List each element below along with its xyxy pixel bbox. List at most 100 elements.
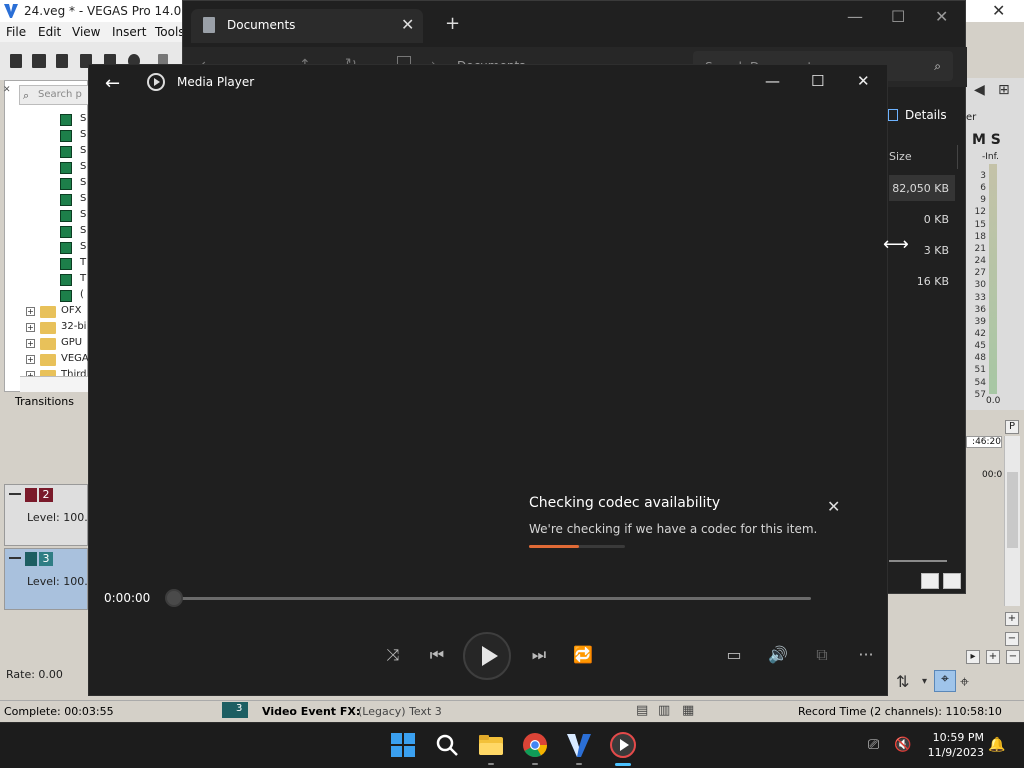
maximize-button[interactable]: ☐ <box>891 7 905 26</box>
details-view-icon[interactable] <box>921 573 939 589</box>
maximize-button[interactable]: ☐ <box>811 72 824 90</box>
play-button[interactable] <box>463 632 511 680</box>
media-player-icon[interactable] <box>609 731 637 759</box>
tree-item[interactable]: S <box>58 224 88 240</box>
meter-tick-label: 48 <box>974 353 986 364</box>
tree-item[interactable]: S <box>58 208 88 224</box>
zoom-in-h-button[interactable]: + <box>986 650 1000 664</box>
scroll-right-button[interactable]: ▸ <box>966 650 980 664</box>
minimize-button[interactable]: — <box>847 7 863 26</box>
details-button[interactable]: Details <box>905 108 947 122</box>
track-collapse-icon[interactable] <box>9 493 21 495</box>
lock-envelopes-icon[interactable]: ⌖ <box>960 672 969 692</box>
timeline-vscroll[interactable] <box>1004 436 1020 606</box>
meter-tick-label: 6 <box>980 183 986 194</box>
close-tab-icon[interactable]: ✕ <box>401 15 414 34</box>
file-explorer-icon[interactable] <box>477 731 505 759</box>
folder-item[interactable]: + VEGA <box>26 352 89 368</box>
tab-transitions[interactable]: Transitions <box>4 394 88 412</box>
tree-item[interactable]: S <box>58 144 88 160</box>
tree-item[interactable]: S <box>58 176 88 192</box>
meter-peak-label: -Inf. <box>982 152 999 162</box>
explorer-hscroll[interactable] <box>889 560 947 562</box>
window-title: Media Player <box>177 75 255 89</box>
zoom-out-button[interactable]: − <box>1005 632 1019 646</box>
system-clock[interactable]: 10:59 PM 11/9/2023 <box>922 730 984 760</box>
track-3-header[interactable]: 3 Level: 100.0 <box>4 548 95 610</box>
folder-item[interactable]: +32-bi <box>26 320 88 336</box>
column-header-size[interactable]: Size <box>889 150 912 163</box>
meter-tick-label: 36 <box>974 304 986 315</box>
captions-icon[interactable]: ▭ <box>722 645 746 664</box>
thumbnail-view-icon[interactable]: ▦ <box>682 703 694 718</box>
tree-item[interactable]: T <box>58 272 88 288</box>
windows-start-icon[interactable] <box>389 731 417 759</box>
running-indicator <box>532 763 538 765</box>
menu-file[interactable]: File <box>6 25 26 39</box>
tree-item[interactable]: S <box>58 192 88 208</box>
auto-ripple-icon[interactable]: ⌖ <box>934 670 956 692</box>
menu-tools[interactable]: Tools <box>155 25 185 39</box>
menu-insert[interactable]: Insert <box>112 25 146 39</box>
shuffle-icon[interactable]: ⤨ <box>381 645 405 665</box>
vegas-pro-icon[interactable] <box>565 731 593 759</box>
zoom-out-h-button[interactable]: − <box>1006 650 1020 664</box>
minimize-button[interactable]: — <box>765 72 780 90</box>
tree-item[interactable]: T <box>58 256 88 272</box>
large-icons-view-icon[interactable] <box>943 573 961 589</box>
save-icon[interactable] <box>56 54 68 68</box>
track-collapse-icon[interactable] <box>9 557 21 559</box>
folder-item[interactable]: + GPU <box>26 336 88 352</box>
tree-item[interactable]: S <box>58 160 88 176</box>
close-icon[interactable]: ✕ <box>827 497 840 516</box>
chrome-icon[interactable] <box>521 731 549 759</box>
explorer-search[interactable]: Search p <box>19 85 99 105</box>
volume-icon[interactable]: 🔊 <box>766 645 790 664</box>
scroll-thumb[interactable] <box>1007 472 1018 548</box>
new-tab-button[interactable]: + <box>445 13 460 34</box>
close-button[interactable]: ✕ <box>857 72 870 90</box>
column-divider[interactable] <box>957 145 958 169</box>
meter-tick-label: 33 <box>974 292 986 303</box>
menu-view[interactable]: View <box>72 25 100 39</box>
seek-thumb[interactable] <box>165 589 183 607</box>
previous-icon[interactable]: ⏮ <box>425 645 449 665</box>
details-view-icon[interactable]: ▥ <box>658 703 670 718</box>
tree-item[interactable]: S <box>58 128 88 144</box>
search-icon[interactable] <box>433 731 461 759</box>
next-icon[interactable]: ⏭ <box>527 645 551 665</box>
meter-tick-label: 39 <box>974 316 986 327</box>
snap-icon[interactable]: ⇅ <box>896 672 909 691</box>
close-panel-icon[interactable]: ✕ <box>3 85 13 95</box>
meter-tick-label: 30 <box>974 280 986 291</box>
zoom-in-button[interactable]: + <box>1005 612 1019 626</box>
clock-date: 11/9/2023 <box>927 746 984 759</box>
tree-item[interactable]: S <box>58 112 88 128</box>
dropdown-arrow-icon[interactable]: ▾ <box>922 676 927 687</box>
tab-documents[interactable]: Documents ✕ <box>191 9 423 43</box>
track-2-header[interactable]: 2 Level: 100.0 <box>4 484 95 546</box>
display-icon[interactable]: ⎚ <box>868 737 879 753</box>
vegas-logo-icon <box>4 4 18 18</box>
explorer-hscroll[interactable] <box>20 376 88 392</box>
vegas-close-button[interactable]: ✕ <box>992 1 1005 20</box>
list-view-icon[interactable]: ▤ <box>636 703 648 718</box>
seek-bar[interactable] <box>169 597 811 600</box>
open-icon[interactable] <box>32 54 46 68</box>
notification-bell-icon[interactable]: 🔔 <box>988 737 1005 753</box>
meter-tick-label: 18 <box>974 231 986 242</box>
tree-item[interactable]: S <box>58 240 88 256</box>
fx-icon[interactable]: ◀ <box>974 82 985 98</box>
more-options-icon[interactable]: ··· <box>854 645 878 664</box>
mini-player-icon[interactable]: ⧉ <box>810 645 834 665</box>
new-icon[interactable] <box>10 54 22 68</box>
mixer-icon[interactable]: ⊞ <box>998 82 1010 98</box>
volume-muted-icon[interactable]: 🔇 <box>894 737 911 753</box>
back-arrow-icon[interactable]: ← <box>105 73 120 94</box>
tree-item[interactable]: ( <box>58 288 88 304</box>
close-button[interactable]: ✕ <box>935 7 948 26</box>
folder-item[interactable]: + OFX <box>26 304 88 320</box>
marker-icon[interactable]: P <box>1005 420 1019 434</box>
repeat-icon[interactable]: 🔁 <box>571 645 595 664</box>
menu-edit[interactable]: Edit <box>38 25 61 39</box>
